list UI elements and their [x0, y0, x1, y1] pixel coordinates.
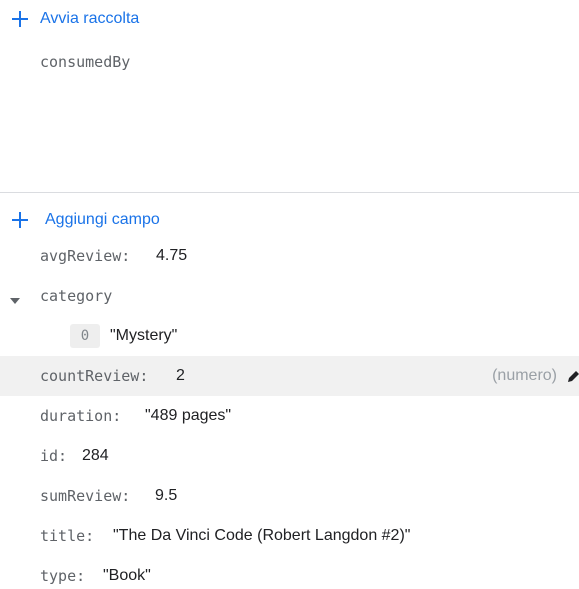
collection-item-consumedby[interactable]: consumedBy: [40, 53, 130, 71]
field-value: "The Da Vinci Code (Robert Langdon #2)": [113, 527, 411, 544]
field-key: category: [40, 287, 113, 305]
field-row-title[interactable]: title: "The Da Vinci Code (Robert Langdo…: [0, 516, 579, 556]
field-row-sumreview[interactable]: sumReview: 9.5: [0, 476, 579, 516]
field-key: avgReview:: [40, 247, 131, 265]
field-row-id[interactable]: id: 284: [0, 436, 579, 476]
field-key: sumReview:: [40, 487, 131, 505]
field-value: 2: [176, 367, 185, 384]
field-value: 9.5: [155, 487, 178, 504]
array-item-value: "Mystery": [110, 327, 178, 344]
field-row-duration[interactable]: duration: "489 pages": [0, 396, 579, 436]
field-row-category[interactable]: category: [0, 276, 579, 316]
firestore-document-panel: Avvia raccolta consumedBy Aggiungi campo…: [0, 0, 579, 589]
field-row-type[interactable]: type: "Book": [0, 556, 579, 589]
plus-icon: [11, 211, 29, 229]
array-index-chip: 0: [70, 324, 100, 348]
caret-down-icon[interactable]: [9, 292, 21, 304]
start-collection-label: Avvia raccolta: [40, 10, 140, 27]
field-key: title:: [40, 527, 95, 545]
field-key: duration:: [40, 407, 122, 425]
add-field-button[interactable]: Aggiungi campo: [0, 208, 190, 232]
field-key: id:: [40, 447, 68, 465]
field-row-countreview[interactable]: countReview: 2 (numero): [0, 356, 579, 396]
field-type-hint: (numero): [492, 367, 557, 384]
field-value: 284: [82, 447, 109, 464]
section-divider: [0, 192, 579, 193]
start-collection-button[interactable]: Avvia raccolta: [0, 7, 170, 31]
field-value: "Book": [103, 567, 151, 584]
field-row-avgreview[interactable]: avgReview: 4.75: [0, 236, 579, 276]
field-value: "489 pages": [145, 407, 232, 424]
field-key: type:: [40, 567, 86, 585]
field-value: 4.75: [156, 247, 188, 264]
pencil-icon[interactable]: [566, 368, 579, 384]
field-key: countReview:: [40, 367, 149, 385]
add-field-label: Aggiungi campo: [45, 211, 160, 228]
plus-icon: [11, 10, 29, 28]
array-item-row[interactable]: 0 "Mystery": [0, 316, 579, 356]
